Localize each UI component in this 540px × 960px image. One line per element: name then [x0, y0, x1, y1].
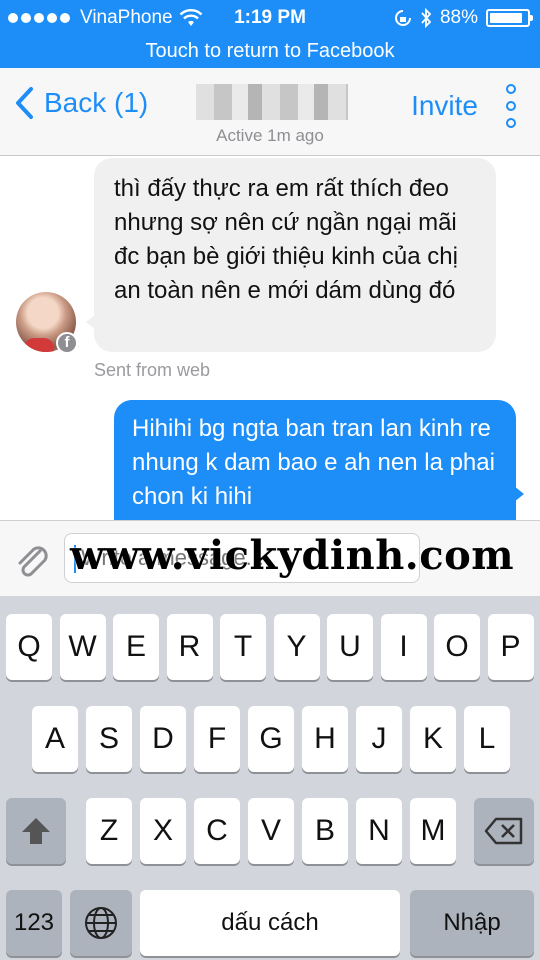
key-v[interactable]: V [248, 798, 294, 864]
message-input[interactable] [64, 533, 420, 583]
key-m[interactable]: M [410, 798, 456, 864]
key-i[interactable]: I [380, 614, 427, 680]
facebook-badge-icon: f [56, 332, 78, 354]
return-key[interactable]: Nhập [410, 890, 534, 956]
key-k[interactable]: K [410, 706, 456, 772]
more-options-icon[interactable] [506, 84, 520, 128]
incoming-message-bubble[interactable]: thì đấy thực ra em rất thích đeo nhưng s… [86, 158, 496, 352]
shift-icon [22, 818, 50, 844]
signal-strength-icon [8, 13, 70, 23]
keyboard: QWERTYUIOP ASDFGHJKL ZXCVBNM 123 dấu các… [0, 596, 540, 960]
globe-icon [85, 907, 117, 939]
status-bar: VinaPhone 1:19 PM 88% [0, 0, 540, 36]
key-f[interactable]: F [194, 706, 240, 772]
status-left: VinaPhone [8, 7, 203, 29]
paperclip-icon[interactable] [12, 541, 52, 581]
globe-key[interactable] [70, 890, 132, 956]
key-j[interactable]: J [356, 706, 402, 772]
battery-percent: 88% [439, 7, 478, 28]
message-composer [0, 520, 540, 596]
space-key[interactable]: dấu cách [140, 890, 400, 956]
key-o[interactable]: O [434, 614, 480, 680]
key-u[interactable]: U [327, 614, 373, 680]
return-to-facebook-banner[interactable]: Touch to return to Facebook [0, 36, 540, 68]
key-z[interactable]: Z [86, 798, 132, 864]
delete-key[interactable] [474, 798, 534, 864]
outgoing-message-bubble[interactable]: Hihihi bg ngta ban tran lan kinh re nhun… [114, 400, 524, 520]
key-c[interactable]: C [194, 798, 240, 864]
key-n[interactable]: N [356, 798, 402, 864]
message-list[interactable]: thì đấy thực ra em rất thích đeo nhưng s… [0, 156, 540, 520]
key-l[interactable]: L [464, 706, 510, 772]
back-button-label: Back (1) [44, 87, 149, 118]
key-w[interactable]: W [59, 614, 106, 680]
back-button[interactable]: Back (1) [14, 86, 148, 120]
key-s[interactable]: S [86, 706, 132, 772]
key-y[interactable]: Y [273, 614, 320, 680]
battery-icon [486, 9, 533, 27]
key-x[interactable]: X [140, 798, 186, 864]
key-r[interactable]: R [166, 614, 213, 680]
text-cursor [74, 545, 76, 573]
numbers-key[interactable]: 123 [6, 890, 62, 956]
orientation-lock-icon [394, 10, 411, 26]
sent-from-label: Sent from web [94, 360, 211, 380]
key-p[interactable]: P [487, 614, 534, 680]
key-a[interactable]: A [32, 706, 78, 772]
delete-backspace-icon [484, 817, 523, 845]
conversation-header: Back (1) Active 1m ago Invite [0, 68, 540, 156]
status-right: 88% [394, 7, 533, 29]
carrier-name: VinaPhone [80, 7, 173, 28]
chevron-left-icon [16, 87, 33, 119]
invite-button[interactable]: Invite [411, 90, 478, 122]
key-b[interactable]: B [302, 798, 348, 864]
active-status: Active 1m ago [216, 126, 324, 145]
key-d[interactable]: D [140, 706, 186, 772]
key-g[interactable]: G [248, 706, 294, 772]
key-q[interactable]: Q [6, 614, 52, 680]
key-t[interactable]: T [220, 614, 266, 680]
shift-key[interactable] [6, 798, 66, 864]
wifi-icon [179, 9, 202, 26]
bluetooth-icon [421, 8, 432, 28]
key-e[interactable]: E [113, 614, 159, 680]
contact-name-redacted[interactable] [196, 84, 348, 120]
key-h[interactable]: H [302, 706, 348, 772]
